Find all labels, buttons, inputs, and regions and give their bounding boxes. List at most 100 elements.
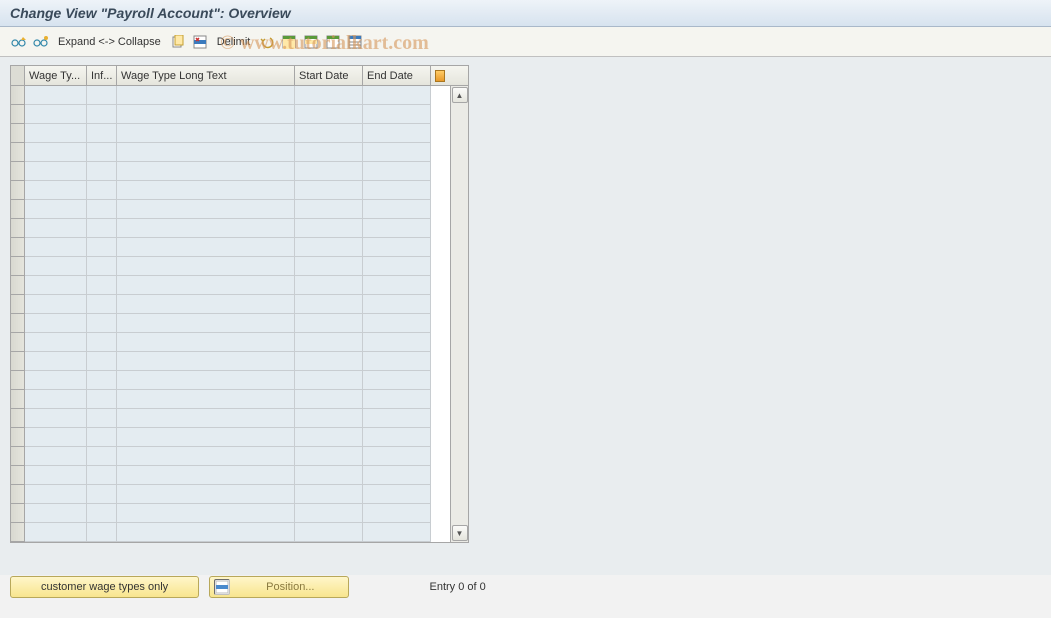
cell-wage-type[interactable]: [25, 257, 87, 276]
cell-inf[interactable]: [87, 238, 117, 257]
table-row[interactable]: [11, 105, 450, 124]
table-row[interactable]: [11, 352, 450, 371]
cell-inf[interactable]: [87, 162, 117, 181]
cell-end-date[interactable]: [363, 257, 431, 276]
col-end-date[interactable]: End Date: [363, 66, 431, 85]
table-row[interactable]: [11, 86, 450, 105]
cell-inf[interactable]: [87, 371, 117, 390]
cell-wage-type[interactable]: [25, 409, 87, 428]
cell-wage-type[interactable]: [25, 390, 87, 409]
table-row[interactable]: [11, 238, 450, 257]
row-selector[interactable]: [11, 219, 25, 238]
cell-long-text[interactable]: [117, 485, 295, 504]
cell-long-text[interactable]: [117, 238, 295, 257]
cell-long-text[interactable]: [117, 276, 295, 295]
cell-inf[interactable]: [87, 105, 117, 124]
cell-start-date[interactable]: [295, 105, 363, 124]
cell-end-date[interactable]: [363, 352, 431, 371]
cell-long-text[interactable]: [117, 295, 295, 314]
table-row[interactable]: [11, 428, 450, 447]
cell-end-date[interactable]: [363, 523, 431, 542]
cell-long-text[interactable]: [117, 143, 295, 162]
cell-wage-type[interactable]: [25, 143, 87, 162]
cell-wage-type[interactable]: [25, 523, 87, 542]
cell-end-date[interactable]: [363, 428, 431, 447]
row-selector[interactable]: [11, 181, 25, 200]
cell-end-date[interactable]: [363, 371, 431, 390]
cell-end-date[interactable]: [363, 181, 431, 200]
cell-start-date[interactable]: [295, 371, 363, 390]
row-selector[interactable]: [11, 409, 25, 428]
cell-start-date[interactable]: [295, 504, 363, 523]
cell-inf[interactable]: [87, 409, 117, 428]
row-selector[interactable]: [11, 143, 25, 162]
table-row[interactable]: [11, 523, 450, 542]
cell-inf[interactable]: [87, 352, 117, 371]
table-row[interactable]: [11, 314, 450, 333]
cell-inf[interactable]: [87, 219, 117, 238]
row-selector[interactable]: [11, 238, 25, 257]
row-selector[interactable]: [11, 390, 25, 409]
cell-end-date[interactable]: [363, 409, 431, 428]
cell-start-date[interactable]: [295, 352, 363, 371]
cell-long-text[interactable]: [117, 371, 295, 390]
cell-long-text[interactable]: [117, 333, 295, 352]
cell-wage-type[interactable]: [25, 181, 87, 200]
cell-wage-type[interactable]: [25, 352, 87, 371]
cell-end-date[interactable]: [363, 504, 431, 523]
cell-inf[interactable]: [87, 485, 117, 504]
cell-end-date[interactable]: [363, 105, 431, 124]
cell-start-date[interactable]: [295, 200, 363, 219]
table-row[interactable]: [11, 181, 450, 200]
cell-inf[interactable]: [87, 314, 117, 333]
cell-start-date[interactable]: [295, 409, 363, 428]
row-selector[interactable]: [11, 447, 25, 466]
cell-long-text[interactable]: [117, 523, 295, 542]
cell-end-date[interactable]: [363, 390, 431, 409]
table-row[interactable]: [11, 295, 450, 314]
cell-long-text[interactable]: [117, 257, 295, 276]
cell-end-date[interactable]: [363, 295, 431, 314]
col-start-date[interactable]: Start Date: [295, 66, 363, 85]
cell-start-date[interactable]: [295, 238, 363, 257]
cell-start-date[interactable]: [295, 428, 363, 447]
row-selector[interactable]: [11, 466, 25, 485]
cell-wage-type[interactable]: [25, 485, 87, 504]
cell-long-text[interactable]: [117, 504, 295, 523]
col-inf[interactable]: Inf...: [87, 66, 117, 85]
cell-end-date[interactable]: [363, 86, 431, 105]
cell-inf[interactable]: [87, 428, 117, 447]
cell-wage-type[interactable]: [25, 200, 87, 219]
cell-long-text[interactable]: [117, 124, 295, 143]
cell-end-date[interactable]: [363, 124, 431, 143]
cell-end-date[interactable]: [363, 447, 431, 466]
table-row[interactable]: [11, 143, 450, 162]
cell-start-date[interactable]: [295, 295, 363, 314]
cell-end-date[interactable]: [363, 466, 431, 485]
select-block-icon[interactable]: [302, 33, 320, 51]
table-row[interactable]: [11, 409, 450, 428]
cell-wage-type[interactable]: [25, 447, 87, 466]
row-selector[interactable]: [11, 371, 25, 390]
cell-start-date[interactable]: [295, 124, 363, 143]
cell-start-date[interactable]: [295, 390, 363, 409]
cell-long-text[interactable]: [117, 466, 295, 485]
undo-icon[interactable]: [258, 33, 276, 51]
table-config-icon[interactable]: [431, 66, 449, 85]
cell-end-date[interactable]: [363, 485, 431, 504]
table-row[interactable]: [11, 219, 450, 238]
row-selector[interactable]: [11, 485, 25, 504]
cell-inf[interactable]: [87, 200, 117, 219]
cell-start-date[interactable]: [295, 86, 363, 105]
cell-end-date[interactable]: [363, 200, 431, 219]
row-selector[interactable]: [11, 162, 25, 181]
cell-long-text[interactable]: [117, 409, 295, 428]
table-row[interactable]: [11, 371, 450, 390]
cell-inf[interactable]: [87, 466, 117, 485]
cell-end-date[interactable]: [363, 162, 431, 181]
cell-start-date[interactable]: [295, 333, 363, 352]
cell-start-date[interactable]: [295, 181, 363, 200]
scroll-up-icon[interactable]: ▲: [452, 87, 468, 103]
cell-inf[interactable]: [87, 257, 117, 276]
cell-long-text[interactable]: [117, 428, 295, 447]
